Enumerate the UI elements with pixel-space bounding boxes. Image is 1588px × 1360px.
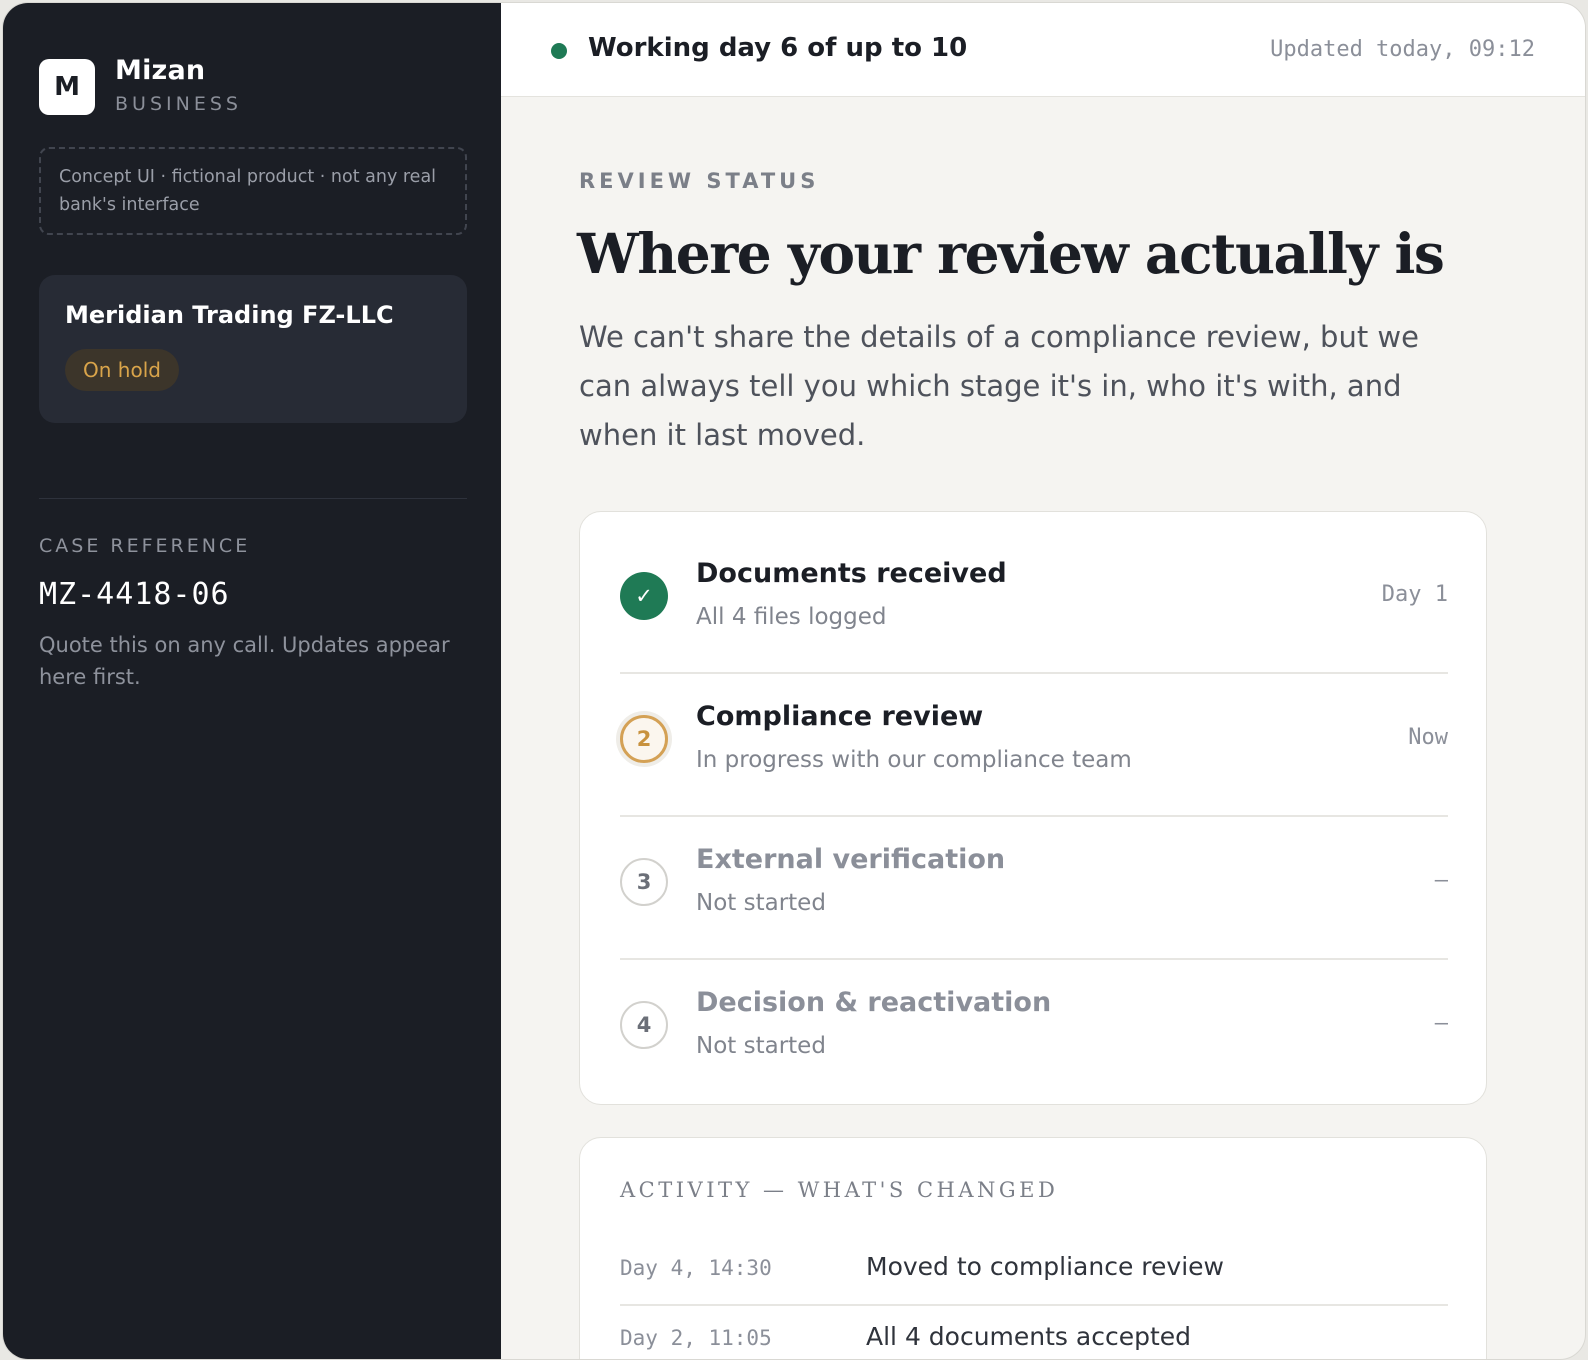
brand-tagline: BUSINESS [115, 93, 242, 115]
stage-title: External verification [696, 844, 1006, 875]
app-window: M Mizan BUSINESS Concept UI · fictional … [2, 2, 1586, 1360]
stage-timing: Now [1408, 725, 1448, 750]
case-reference-label: CASE REFERENCE [39, 535, 251, 557]
live-status-dot-icon [551, 43, 567, 59]
step-2-icon: 2 [620, 715, 668, 763]
brand-logo: M [39, 59, 95, 115]
stage-compliance-review: 2 Compliance review In progress with our… [620, 675, 1448, 817]
account-card[interactable]: Meridian Trading FZ-LLC On hold [39, 275, 467, 423]
activity-text: Moved to compliance review [866, 1252, 1224, 1281]
stage-title: Documents received [696, 558, 1007, 589]
topbar: Working day 6 of up to 10 Updated today,… [501, 3, 1585, 97]
activity-title: ACTIVITY — WHAT'S CHANGED [620, 1178, 1059, 1202]
last-updated-timestamp: Updated today, 09:12 [1270, 37, 1535, 62]
stage-documents-received: ✓ Documents received All 4 files logged … [620, 532, 1448, 674]
activity-item: Day 4, 14:30 Moved to compliance review [620, 1238, 1448, 1306]
sidebar: M Mizan BUSINESS Concept UI · fictional … [3, 3, 501, 1359]
case-reference-hint: Quote this on any call. Updates appear h… [39, 633, 450, 689]
stage-divider [620, 672, 1448, 674]
brand-name: Mizan [115, 55, 206, 86]
stage-divider [620, 815, 1448, 817]
activity-item: Day 2, 11:05 All 4 documents accepted [620, 1308, 1448, 1359]
case-reference-value[interactable]: MZ-4418-06 [39, 577, 230, 612]
step-3-icon: 3 [620, 858, 668, 906]
check-icon: ✓ [620, 572, 668, 620]
review-stages-card: ✓ Documents received All 4 files logged … [579, 511, 1487, 1105]
stage-title: Decision & reactivation [696, 987, 1052, 1018]
activity-time: Day 4, 14:30 [620, 1256, 772, 1280]
stage-subtitle: In progress with our compliance team [696, 747, 1132, 773]
account-name: Meridian Trading FZ-LLC [65, 301, 394, 329]
stage-subtitle: Not started [696, 890, 826, 916]
working-day-counter: Working day 6 of up to 10 [588, 33, 968, 63]
main-content: Working day 6 of up to 10 Updated today,… [501, 3, 1585, 1359]
step-4-icon: 4 [620, 1001, 668, 1049]
activity-text: All 4 documents accepted [866, 1322, 1192, 1351]
stage-timing: – [1434, 1011, 1448, 1036]
page-title: Where your review actually is [577, 221, 1445, 286]
brand: M Mizan BUSINESS [39, 55, 242, 115]
stage-timing: – [1434, 868, 1448, 893]
stage-decision-reactivation: 4 Decision & reactivation Not started – [620, 961, 1448, 1103]
sidebar-divider [39, 498, 467, 499]
intro-text: We can't share the details of a complian… [579, 320, 1419, 452]
stage-subtitle: All 4 files logged [696, 604, 887, 630]
concept-disclaimer: Concept UI · fictional product · not any… [39, 147, 467, 235]
stage-subtitle: Not started [696, 1033, 826, 1059]
activity-divider [620, 1304, 1448, 1306]
activity-time: Day 2, 11:05 [620, 1326, 772, 1350]
stage-divider [620, 958, 1448, 960]
status-badge: On hold [65, 349, 179, 391]
stage-title: Compliance review [696, 701, 984, 732]
stage-external-verification: 3 External verification Not started – [620, 818, 1448, 960]
activity-card: ACTIVITY — WHAT'S CHANGED Day 4, 14:30 M… [579, 1137, 1487, 1359]
brand-text: Mizan BUSINESS [115, 55, 242, 115]
section-eyebrow: REVIEW STATUS [579, 169, 820, 193]
stage-timing: Day 1 [1381, 582, 1448, 607]
